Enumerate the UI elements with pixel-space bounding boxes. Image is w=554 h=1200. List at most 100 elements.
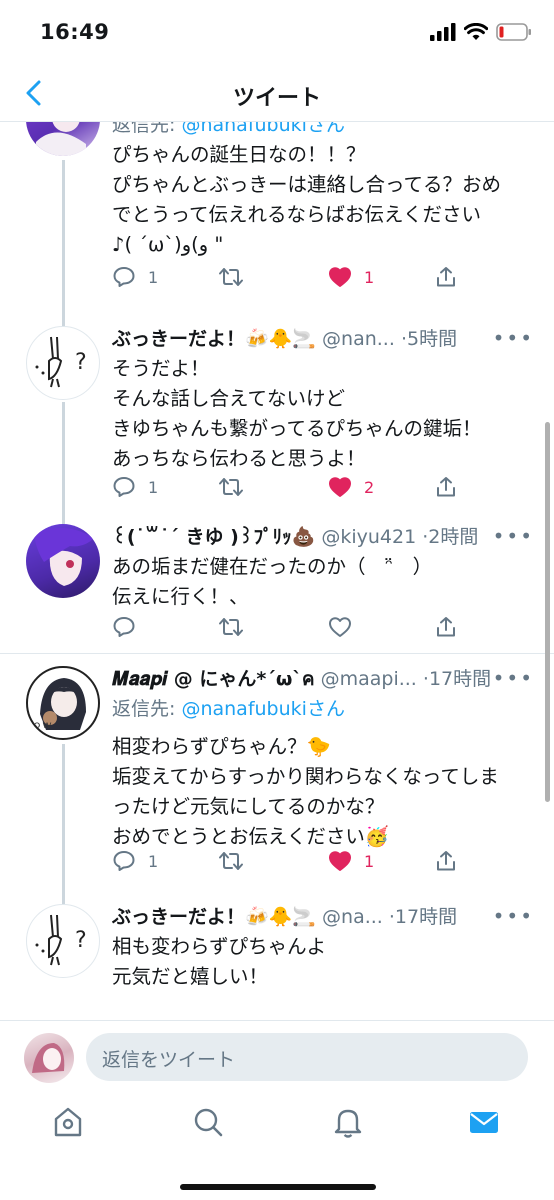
notifications-icon xyxy=(334,1109,362,1138)
retweet-button[interactable] xyxy=(218,846,244,876)
tab-home[interactable] xyxy=(50,1104,90,1140)
tweet-header: ꒰(˙꒳˙´ きゆ )꒱ﾌﾟﾘｯ💩 @kiyu421 ·2時間 ••• xyxy=(112,522,534,552)
tweet-time: ·17時間 xyxy=(422,668,492,690)
avatar-art: ? xyxy=(35,336,87,388)
search-icon xyxy=(194,1108,223,1137)
avatar[interactable]: ? xyxy=(26,326,100,400)
share-button[interactable] xyxy=(434,262,458,292)
tab-messages[interactable] xyxy=(466,1104,506,1140)
tweet-text-line: あっちなら伝わると思うよ！ xyxy=(112,447,366,470)
reply-icon xyxy=(113,267,135,287)
tweet-content: ぶっきーだよ！🍻🐥🚬 @na... ·17時間 ••• 相も変わらずぴちゃんよ … xyxy=(112,902,534,992)
retweet-button[interactable] xyxy=(218,612,244,642)
like-button[interactable]: 1 xyxy=(328,846,374,876)
tweet[interactable]: ꒰(˙꒳˙´ きゆ )꒱ﾌﾟﾘｯ💩 @kiyu421 ·2時間 ••• あの垢ま… xyxy=(0,518,554,650)
avatar[interactable]: ｏｗ xyxy=(26,666,100,740)
tweet-content: ぶっきーだよ！🍻🐥🚬 @nan... ·5時間 ••• そうだよ！ そんな話し合… xyxy=(112,324,534,497)
avatar[interactable] xyxy=(26,122,100,156)
like-icon xyxy=(329,851,351,871)
more-options-icon[interactable]: ••• xyxy=(493,326,534,350)
like-count: 1 xyxy=(364,267,375,287)
reply-to-link[interactable]: @nanafubukiさん xyxy=(181,122,345,136)
reply-button[interactable]: 1 xyxy=(112,262,158,292)
display-name[interactable]: 𝑴𝒂𝒂𝒑𝒊 @ にゃん*´ω`ค xyxy=(112,668,315,690)
retweet-button[interactable] xyxy=(218,262,244,292)
reply-count: 1 xyxy=(148,477,159,497)
like-icon xyxy=(329,267,351,287)
tab-notifications[interactable] xyxy=(330,1104,370,1140)
avatar[interactable]: ? xyxy=(26,904,100,978)
display-name[interactable]: ぶっきーだよ！🍻🐥🚬 xyxy=(112,328,316,350)
more-options-icon[interactable]: ••• xyxy=(493,904,534,928)
like-count: 1 xyxy=(364,851,375,871)
svg-text:?: ? xyxy=(75,928,87,953)
share-button[interactable] xyxy=(434,472,458,502)
tweet-text-line: 相変わらずぴちゃん？🐤 xyxy=(112,735,331,758)
retweet-icon xyxy=(219,268,243,286)
tweet-time: ·2時間 xyxy=(422,526,479,548)
reply-button[interactable]: 1 xyxy=(112,846,158,876)
tweet[interactable]: ? ぶっきーだよ！🍻🐥🚬 @nan... ·5時間 ••• そうだよ！ そんな話… xyxy=(0,310,554,522)
retweet-icon xyxy=(219,618,243,636)
tweet-text-line: ぴちゃんの誕生日なの！！？ xyxy=(112,143,366,166)
reply-composer: 返信をツイート xyxy=(0,1020,554,1092)
like-icon xyxy=(329,477,351,497)
thread-line xyxy=(62,872,65,904)
tweet[interactable]: ? ぶっきーだよ！🍻🐥🚬 @na... ·17時間 ••• 相も変わらずぴちゃん… xyxy=(0,872,554,1020)
tweet[interactable]: ｏｗ 𝑴𝒂𝒂𝒑𝒊 @ にゃん*´ω`ค @maapi... ·17時間 ••• … xyxy=(0,662,554,872)
messages-icon xyxy=(470,1112,498,1133)
tab-bar xyxy=(0,1092,554,1200)
user-handle[interactable]: @nan... xyxy=(322,328,395,350)
reply-icon xyxy=(113,477,135,497)
home-icon xyxy=(54,1107,82,1137)
user-handle[interactable]: @kiyu421 xyxy=(321,526,416,548)
share-icon xyxy=(437,617,455,637)
like-button[interactable]: 1 xyxy=(328,262,374,292)
reply-to: 返信先: @nanafubukiさん xyxy=(112,122,534,140)
user-handle[interactable]: @na... xyxy=(322,906,383,928)
tweet-text-line: あの垢まだ健在だったのか（ ᵔ̈ ） xyxy=(112,555,433,578)
tweet-header: ぶっきーだよ！🍻🐥🚬 @na... ·17時間 ••• xyxy=(112,902,534,932)
tweet-header: ぶっきーだよ！🍻🐥🚬 @nan... ·5時間 ••• xyxy=(112,324,534,354)
more-options-icon[interactable]: ••• xyxy=(493,666,534,690)
avatar-art: ｏｗ xyxy=(32,678,86,731)
avatar[interactable] xyxy=(26,524,100,598)
share-button[interactable] xyxy=(434,612,458,642)
share-icon xyxy=(437,267,455,287)
battery-icon xyxy=(496,23,531,41)
scrollbar[interactable] xyxy=(545,422,550,802)
page-title: ツイート xyxy=(232,86,321,111)
like-button[interactable]: 2 xyxy=(328,472,374,502)
tweet-text-line: 伝えに行く！、 xyxy=(112,585,249,608)
retweet-button[interactable] xyxy=(218,472,244,502)
tweet-text-line: 相も変わらずぴちゃんよ xyxy=(112,935,327,958)
reply-count: 1 xyxy=(148,267,159,287)
reply-button[interactable] xyxy=(112,612,136,642)
tweet[interactable]: 返信先: @nanafubukiさん ぴちゃんの誕生日なの！！？ ぴちゃんとぶっ… xyxy=(0,122,554,310)
tweet-text-line: そんな話し合えてないけど xyxy=(112,387,346,410)
retweet-icon xyxy=(219,478,243,496)
svg-text:?: ? xyxy=(75,350,87,375)
reply-input[interactable]: 返信をツイート xyxy=(86,1033,528,1081)
reply-input-placeholder: 返信をツイート xyxy=(102,1049,236,1071)
tweet-text-line: ったけど元気にしてるのかな？ xyxy=(112,795,385,818)
like-button[interactable] xyxy=(328,612,352,642)
like-icon xyxy=(329,617,351,637)
reply-to-link[interactable]: @nanafubukiさん xyxy=(181,698,345,720)
more-options-icon[interactable]: ••• xyxy=(493,524,534,548)
user-handle[interactable]: @maapi... xyxy=(321,668,417,690)
tab-search[interactable] xyxy=(190,1104,230,1140)
wifi-icon xyxy=(464,23,488,40)
divider xyxy=(0,653,554,654)
display-name[interactable]: ぶっきーだよ！🍻🐥🚬 xyxy=(112,906,316,928)
avatar[interactable] xyxy=(24,1033,74,1083)
retweet-icon xyxy=(219,852,243,870)
avatar-art: ? xyxy=(35,914,87,966)
share-button[interactable] xyxy=(434,846,458,876)
reply-icon xyxy=(113,617,135,637)
tweet-content: 返信先: @nanafubukiさん ぴちゃんの誕生日なの！！？ ぴちゃんとぶっ… xyxy=(112,122,534,287)
status-time: 16:49 xyxy=(40,20,110,44)
reply-button[interactable]: 1 xyxy=(112,472,158,502)
display-name[interactable]: ꒰(˙꒳˙´ きゆ )꒱ﾌﾟﾘｯ💩 xyxy=(112,526,315,548)
thread-line xyxy=(62,402,65,522)
